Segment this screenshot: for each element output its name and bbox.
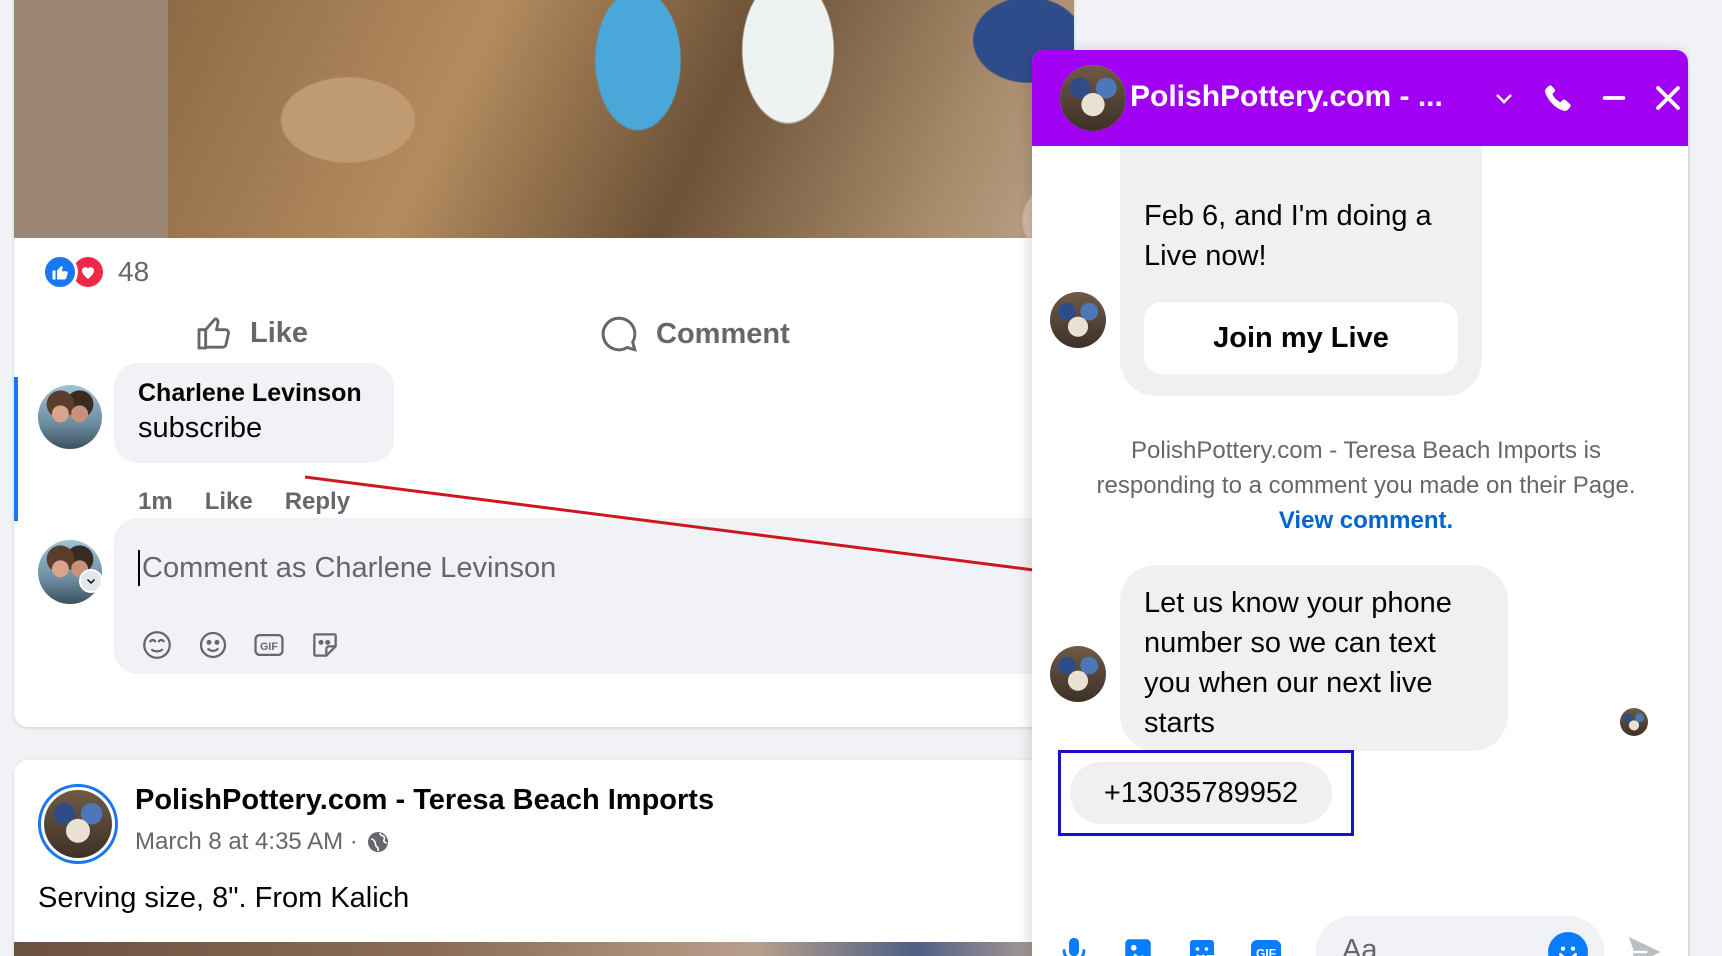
sender-avatar[interactable] bbox=[1050, 292, 1106, 348]
phone-icon[interactable] bbox=[1538, 78, 1578, 118]
chat-page-avatar[interactable] bbox=[1060, 65, 1126, 131]
comment-button[interactable]: Comment bbox=[598, 313, 790, 355]
commenter-avatar[interactable] bbox=[38, 385, 102, 449]
reaction-summary[interactable]: 48 bbox=[42, 254, 149, 290]
timestamp-text[interactable]: March 8 at 4:35 AM · bbox=[135, 828, 358, 856]
reaction-count: 48 bbox=[118, 256, 150, 287]
page-name[interactable]: PolishPottery.com - Teresa Beach Imports bbox=[135, 784, 714, 817]
post-text: Serving size, 8". From Kalich bbox=[38, 882, 410, 914]
comment-meta: 1m Like Reply bbox=[138, 488, 350, 516]
chat-header[interactable]: PolishPottery.com - ... bbox=[1032, 50, 1688, 146]
emoji-icon[interactable] bbox=[196, 628, 230, 662]
view-comment-link[interactable]: View comment. bbox=[1279, 507, 1453, 534]
avatar-sticker-icon[interactable] bbox=[140, 628, 174, 662]
like-reaction-icon bbox=[42, 254, 78, 290]
comment-label: Comment bbox=[656, 317, 790, 350]
join-live-button[interactable]: Join my Live bbox=[1144, 302, 1458, 374]
message-input[interactable]: Aa bbox=[1316, 916, 1604, 956]
minimize-icon[interactable] bbox=[1594, 78, 1634, 118]
messenger-chat-window: PolishPottery.com - ... Feb 6, and I'm d… bbox=[1032, 50, 1688, 956]
sender-avatar[interactable] bbox=[1050, 646, 1106, 702]
message-text: Let us know your phone number so we can … bbox=[1144, 587, 1452, 739]
sticker-icon[interactable] bbox=[1182, 932, 1222, 956]
message-input-placeholder: Aa bbox=[1342, 934, 1378, 956]
post-timestamp: March 8 at 4:35 AM · bbox=[135, 828, 390, 856]
system-note: PolishPottery.com - Teresa Beach Imports… bbox=[1096, 433, 1636, 538]
page-edge bbox=[1690, 0, 1722, 956]
comment-bubble-icon bbox=[601, 316, 637, 352]
comment-reply-link[interactable]: Reply bbox=[285, 488, 350, 516]
post-photo[interactable] bbox=[14, 0, 1074, 238]
like-label: Like bbox=[250, 316, 309, 349]
page-avatar[interactable] bbox=[38, 784, 118, 864]
comment-time[interactable]: 1m bbox=[138, 488, 173, 516]
image-icon[interactable] bbox=[1118, 932, 1158, 956]
composer-toolbar: GIF bbox=[140, 628, 342, 662]
like-button[interactable]: Like bbox=[194, 313, 308, 353]
system-note-text: PolishPottery.com - Teresa Beach Imports… bbox=[1096, 437, 1636, 499]
chevron-down-icon[interactable] bbox=[79, 569, 103, 593]
reply-bubble: +13035789952 bbox=[1070, 762, 1332, 824]
close-icon[interactable] bbox=[1648, 78, 1688, 118]
thumbs-up-icon bbox=[197, 317, 230, 350]
sticker-icon[interactable] bbox=[308, 628, 342, 662]
comment-author[interactable]: Charlene Levinson bbox=[138, 379, 370, 408]
feed-post: PolishPottery.com - Teresa Beach Imports… bbox=[14, 760, 1074, 956]
comment-bubble: Charlene Levinson subscribe bbox=[114, 363, 394, 463]
feed-post: 48 Like Comment Charlene Levinson subscr… bbox=[14, 0, 1074, 727]
microphone-icon[interactable] bbox=[1054, 932, 1094, 956]
comment-input[interactable]: Comment as Charlene Levinson bbox=[138, 550, 556, 586]
globe-icon bbox=[367, 832, 388, 852]
svg-text:GIF: GIF bbox=[1256, 946, 1276, 956]
post-photo[interactable] bbox=[14, 942, 1074, 956]
chevron-down-icon[interactable] bbox=[1484, 78, 1524, 118]
active-comment-indicator bbox=[14, 377, 18, 521]
svg-text:GIF: GIF bbox=[260, 641, 278, 653]
emoji-icon[interactable] bbox=[1548, 932, 1588, 956]
comment-like-link[interactable]: Like bbox=[205, 488, 253, 516]
seen-indicator-avatar bbox=[1620, 708, 1648, 736]
comment-composer[interactable]: Comment as Charlene Levinson GIF bbox=[114, 518, 1074, 674]
gif-icon[interactable]: GIF bbox=[1246, 932, 1286, 956]
comment-text: subscribe bbox=[138, 412, 263, 444]
gif-icon[interactable]: GIF bbox=[252, 628, 286, 662]
message-bubble: Let us know your phone number so we can … bbox=[1120, 565, 1508, 751]
message-text: Feb 6, and I'm doing a Live now! bbox=[1144, 200, 1432, 272]
pottery-photo bbox=[168, 0, 1074, 238]
send-icon[interactable] bbox=[1624, 932, 1664, 956]
chat-title[interactable]: PolishPottery.com - ... bbox=[1130, 80, 1443, 114]
